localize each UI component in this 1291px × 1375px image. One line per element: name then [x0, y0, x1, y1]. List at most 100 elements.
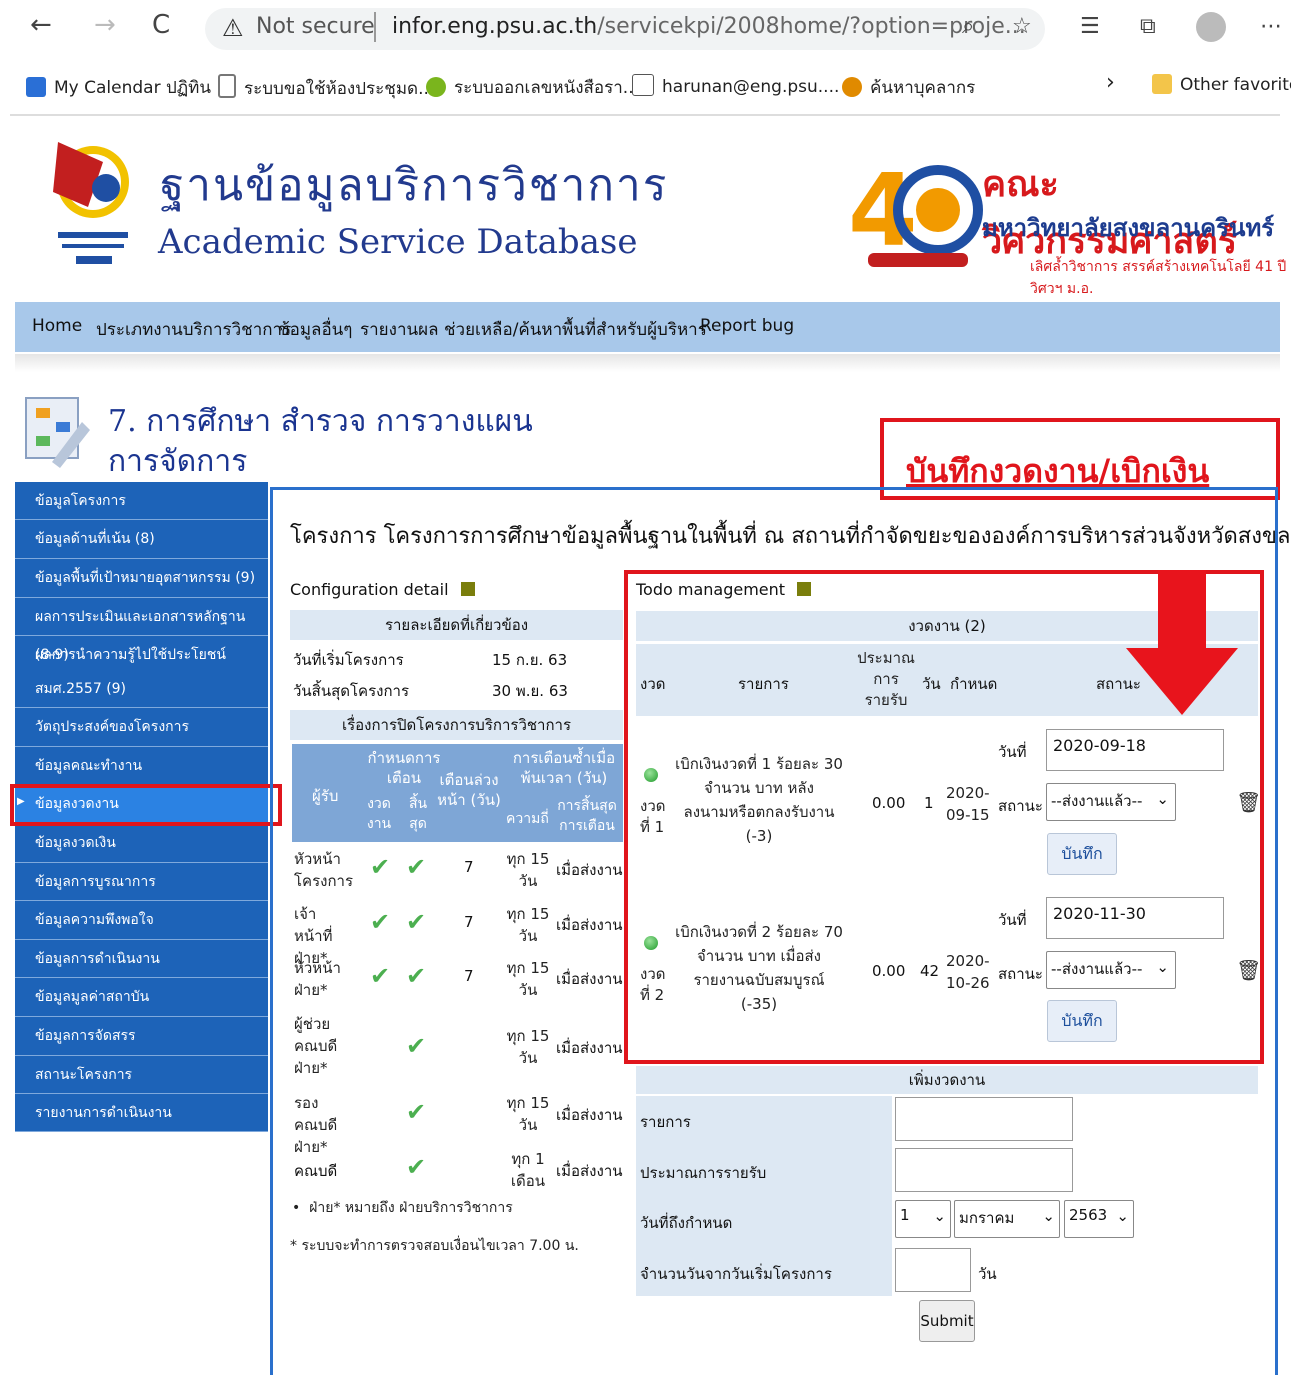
folder-icon	[1152, 74, 1172, 94]
stop-condition: เมื่อส่งงาน	[556, 970, 623, 988]
stop-condition: เมื่อส่งงาน	[556, 861, 623, 879]
more-icon[interactable]: ⋯	[1260, 14, 1282, 39]
red-down-arrow-icon	[1126, 570, 1238, 715]
check-icon: ✔	[370, 962, 391, 990]
sidebar-item-evaluation[interactable]: ผลการประเมินและเอกสารหลักฐาน (8-9)	[15, 598, 268, 663]
repeat-frequency: ทุก 15 วัน	[506, 850, 550, 890]
menu-help-search[interactable]: ช่วยเหลือ/ค้นหา	[444, 316, 562, 343]
repeat-frequency: ทุก 15 วัน	[506, 1027, 550, 1067]
sidebar-item-objectives[interactable]: วัตถุประสงค์ของโครงการ	[15, 708, 268, 747]
sidebar-item-focus-area[interactable]: ข้อมูลด้านที่เน้น (8)	[15, 520, 268, 559]
bookmark-calendar[interactable]: My Calendar ปฏิทิน	[26, 74, 211, 101]
add-day-value: 1	[900, 1206, 910, 1224]
url-host: infor.eng.psu.ac.th	[392, 14, 598, 39]
repeat-frequency: ทุก 15 วัน	[506, 1094, 550, 1134]
details-header: รายละเอียดที่เกี่ยวข้อง	[290, 610, 623, 640]
sidebar-item-knowledge-use[interactable]: ผลการนำความรู้ไปใช้ประโยชน์ สมศ.2557 (9)	[15, 636, 268, 708]
sidebar-item-industry-target[interactable]: ข้อมูลพื้นที่เป้าหมายอุตสาหกรรม (9)	[15, 559, 268, 598]
calendar-icon	[26, 77, 46, 97]
menu-executive[interactable]: พื้นที่สำหรับผู้บริหาร	[562, 316, 707, 343]
bookmark-search-person[interactable]: ค้นหาบุคลากร	[842, 74, 975, 101]
check-icon: ✔	[406, 1098, 427, 1126]
closing-header: เรื่องการปิดโครงการบริการวิชาการ	[290, 710, 623, 740]
bookmark-label: ค้นหาบุคลากร	[870, 78, 976, 98]
collections-icon[interactable]: ⧉	[1140, 14, 1156, 39]
advance-days: 7	[464, 858, 474, 876]
chevron-down-icon: ⌄	[1116, 1207, 1129, 1225]
project-title: โครงการ โครงการการศึกษาข้อมูลพื้นฐานในพื…	[290, 524, 1291, 549]
config-heading: Configuration detail	[290, 580, 475, 599]
recipient-cell: ผู้ช่วยคณบดีฝ่าย*	[294, 1015, 338, 1077]
bookmark-label: ระบบออกเลขหนังสือรา...	[454, 78, 640, 98]
check-icon: ✔	[370, 853, 391, 881]
sidebar-highlight-box	[10, 784, 282, 826]
bookmark-label: ระบบขอใช้ห้องประชุมด...	[244, 79, 435, 99]
col-repeat: การเตือนซ้ำเมื่อพ้นเวลา (วัน)	[512, 749, 616, 787]
recipient-cell: คณบดี	[294, 1162, 338, 1180]
add-days-from-start-input[interactable]	[895, 1248, 971, 1292]
zoom-icon[interactable]: ⌕	[962, 14, 974, 39]
chevron-down-icon: ⌄	[1042, 1207, 1055, 1225]
repeat-frequency: ทุก 1 เดือน	[510, 1150, 546, 1190]
menu-reports[interactable]: รายงานผล	[360, 316, 438, 343]
section-title-line2: การจัดการ	[108, 444, 248, 479]
site-title-english: Academic Service Database	[158, 222, 638, 262]
advance-days: 7	[464, 967, 474, 985]
bookmark-doc-number[interactable]: ระบบออกเลขหนังสือรา...	[426, 74, 639, 101]
service-office-logo	[48, 132, 138, 282]
sidebar-item-integration[interactable]: ข้อมูลการบูรณาการ	[15, 863, 268, 901]
page-icon	[218, 74, 236, 98]
recipient-cell: หัวหน้าโครงการ	[294, 850, 354, 890]
menu-other-info[interactable]: ข้อมูลอื่นๆ	[278, 316, 352, 343]
end-date-label: วันสิ้นสุดโครงการ	[293, 682, 410, 700]
sidebar-item-status[interactable]: สถานะโครงการ	[15, 1056, 268, 1094]
sidebar-item-team[interactable]: ข้อมูลคณะทำงาน	[15, 747, 268, 785]
other-favorites[interactable]: Other favorite	[1152, 74, 1291, 95]
sidebar-item-satisfaction[interactable]: ข้อมูลความพึงพอใจ	[15, 901, 268, 940]
menu-service-types[interactable]: ประเภทงานบริการวิชาการ	[96, 316, 291, 343]
menu-report-bug[interactable]: Report bug	[700, 316, 794, 336]
sidebar-item-operations[interactable]: ข้อมูลการดำเนินงาน	[15, 940, 268, 978]
sidebar-item-operation-report[interactable]: รายงานการดำเนินงาน	[15, 1094, 268, 1132]
check-icon: ✔	[406, 1153, 427, 1181]
col-frequency: ความถี่	[506, 811, 549, 827]
stop-condition: เมื่อส่งงาน	[556, 1162, 623, 1180]
add-year-select[interactable]: 2563 ⌄	[1064, 1200, 1134, 1238]
bookmark-mail[interactable]: harunan@eng.psu....	[632, 74, 839, 97]
sidebar-item-payments[interactable]: ข้อมูลงวดเงิน	[15, 824, 268, 863]
check-icon: ✔	[406, 962, 427, 990]
faculty-slogan: เลิศล้ำวิชาการ สรรค์สร้างเทคโนโลยี 41 ปี…	[1030, 259, 1287, 297]
add-day-select[interactable]: 1 ⌄	[895, 1200, 951, 1238]
search-person-icon	[842, 77, 862, 97]
col-advance: เตือนล่วงหน้า (วัน)	[437, 771, 501, 809]
section-title-line1: 7. การศึกษา สำรวจ การวางแผน	[108, 404, 533, 439]
config-toggle-icon[interactable]	[460, 582, 475, 596]
bookmarks-more-icon[interactable]: ›	[1106, 70, 1115, 95]
url-text[interactable]: infor.eng.psu.ac.th/servicekpi/2008home/…	[392, 14, 1026, 39]
sidebar-item-project-info[interactable]: ข้อมูลโครงการ	[15, 482, 268, 520]
add-item-input[interactable]	[895, 1097, 1073, 1141]
submit-button[interactable]: Submit	[919, 1300, 975, 1342]
menu-home[interactable]: Home	[32, 316, 82, 336]
back-icon[interactable]: ←	[30, 10, 52, 40]
check-icon: ✔	[370, 908, 391, 936]
bookmark-room[interactable]: ระบบขอใช้ห้องประชุมด...	[218, 74, 434, 102]
profile-avatar[interactable]	[1196, 12, 1226, 42]
sidebar-item-allocation[interactable]: ข้อมูลการจัดสรร	[15, 1017, 268, 1056]
favorite-star-icon[interactable]: ☆	[1012, 14, 1032, 39]
repeat-frequency: ทุก 15 วัน	[506, 959, 550, 999]
advance-days: 7	[464, 913, 474, 931]
check-icon: ✔	[406, 1032, 427, 1060]
add-estimate-input[interactable]	[895, 1148, 1073, 1192]
favorites-list-icon[interactable]: ☰	[1080, 14, 1100, 39]
mail-icon	[632, 74, 654, 96]
forward-icon[interactable]: →	[94, 10, 116, 40]
section-title: 7. การศึกษา สำรวจ การวางแผน การจัดการ	[108, 402, 533, 482]
add-estimate-label: ประมาณการรายรับ	[640, 1164, 767, 1182]
url-divider	[374, 12, 376, 42]
footnote-2: * ระบบจะทำการตรวจสอบเงื่อนไขเวลา 7.00 น.	[290, 1238, 579, 1254]
sidebar-item-institution-value[interactable]: ข้อมูลมูลค่าสถาบัน	[15, 978, 268, 1017]
reload-icon[interactable]: C	[152, 10, 170, 40]
end-date-value: 30 พ.ย. 63	[492, 682, 568, 700]
add-month-select[interactable]: มกราคม ⌄	[954, 1200, 1060, 1238]
